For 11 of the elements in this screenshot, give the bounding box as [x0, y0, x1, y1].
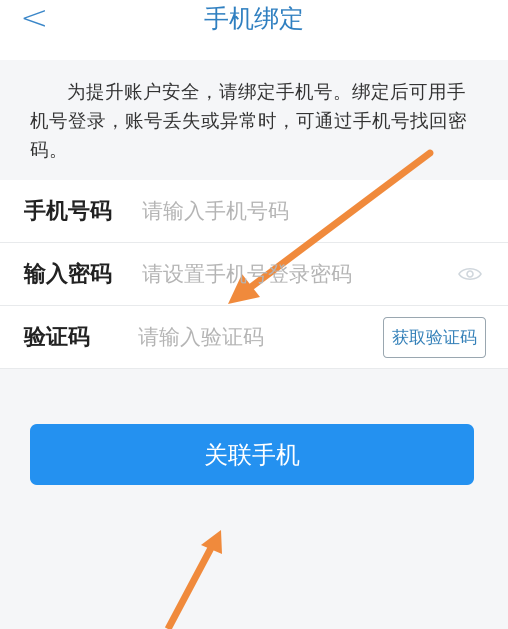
input-field[interactable]: 请输入手机号码: [142, 199, 482, 223]
field-label: 验证码: [24, 323, 91, 352]
notice-text: 为提升账户安全，请绑定手机号。绑定后可用手机号登录，账号丢失或异常时，可通过手机号找回密码。: [30, 81, 468, 163]
submit-button[interactable]: 关联手机: [30, 424, 474, 485]
field-label: 手机号码: [24, 197, 113, 226]
get-code-button[interactable]: 获取验证码: [383, 316, 486, 358]
field-label: 输入密码: [24, 260, 113, 289]
back-button[interactable]: <: [14, 0, 54, 36]
page-title: 手机绑定: [204, 2, 304, 34]
input-field[interactable]: 请输入验证码: [138, 325, 383, 349]
eye-icon[interactable]: [458, 267, 482, 281]
